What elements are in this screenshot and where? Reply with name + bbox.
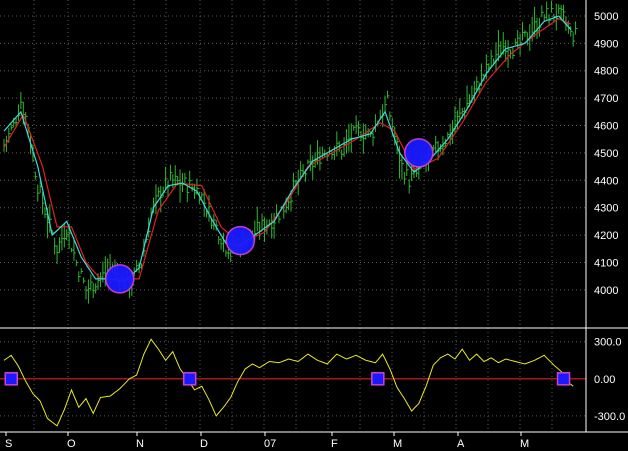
y-tick-label: 5000 [594, 11, 618, 23]
x-tick-label: N [136, 438, 144, 450]
crossing-marker [556, 372, 571, 386]
x-tick-label: M [393, 438, 402, 450]
x-tick-label: F [331, 438, 338, 450]
oscillator-tick-label: -300.0 [594, 411, 625, 423]
y-tick-label: 4000 [594, 285, 618, 297]
oscillator-tick-label: 0.00 [594, 374, 615, 386]
highlight-marker [105, 264, 135, 294]
y-tick-label: 4900 [594, 38, 618, 50]
x-tick-label: A [457, 438, 465, 450]
y-tick-label: 4100 [594, 257, 618, 269]
y-tick-label: 4200 [594, 230, 618, 242]
y-tick-label: 4700 [594, 93, 618, 105]
y-tick-label: 4600 [594, 121, 618, 133]
stock-chart: 4000 4100 4200 4300 4400 4500 4600 4700 4800 4900… [0, 0, 628, 451]
highlight-marker [404, 138, 434, 168]
x-tick-label: M [520, 438, 529, 450]
y-tick-label: 4300 [594, 203, 618, 215]
y-tick-label: 4500 [594, 148, 618, 160]
x-tick-label: 07 [264, 438, 276, 450]
oscillator-tick-label: 300.0 [594, 337, 622, 349]
crossing-marker [4, 372, 18, 386]
crossing-marker [182, 372, 197, 386]
y-tick-label: 4800 [594, 66, 618, 78]
crossing-marker [371, 372, 385, 386]
y-tick-label: 4400 [594, 175, 618, 187]
highlight-marker [225, 225, 256, 256]
x-tick-label: D [200, 438, 208, 450]
chart-background [0, 0, 628, 451]
x-tick-label: O [67, 438, 76, 450]
x-tick-label: S [5, 438, 12, 450]
